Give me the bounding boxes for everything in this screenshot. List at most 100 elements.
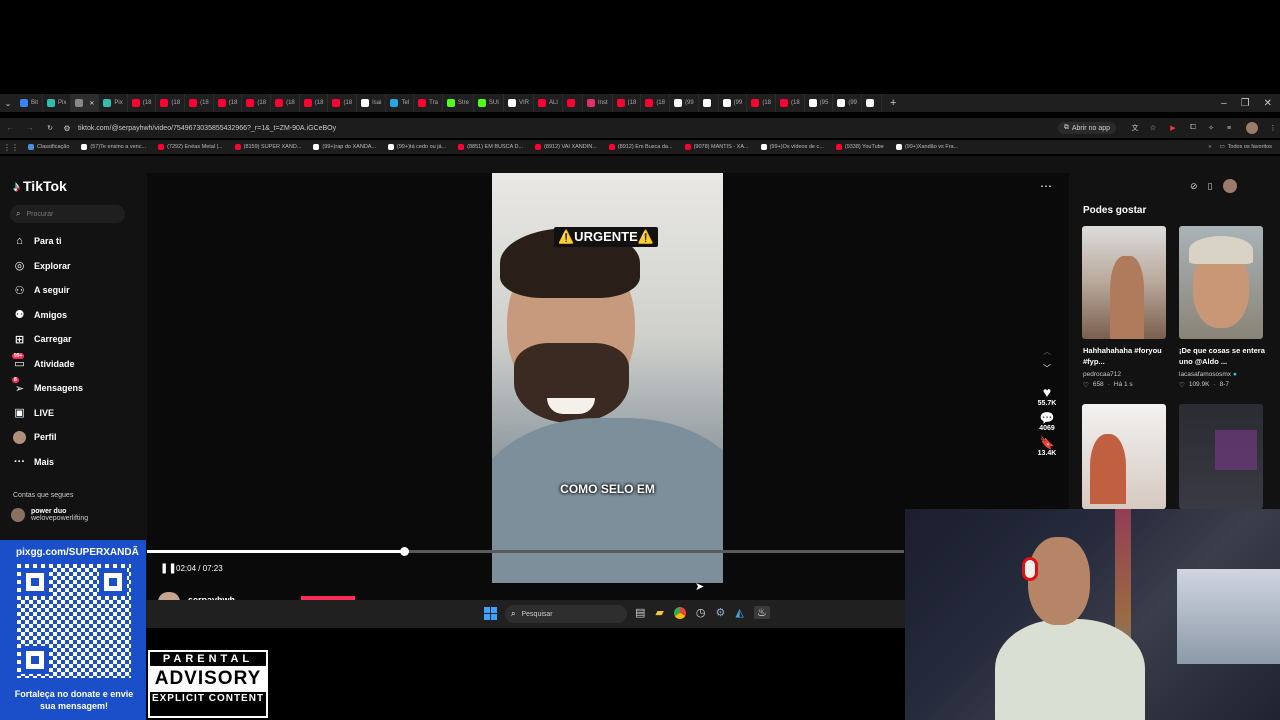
more-options-icon[interactable]: ⋯ [1040, 179, 1052, 193]
minimize-icon[interactable]: – [1221, 98, 1227, 109]
browser-tab[interactable]: Bit [16, 94, 44, 112]
browser-tab[interactable]: ✕ [71, 94, 100, 112]
browser-tab[interactable]: (18 [747, 94, 776, 112]
app-icon-clock[interactable]: ◷ [696, 606, 706, 619]
app-icon-paint[interactable]: ◭ [735, 606, 743, 619]
bookmark-item[interactable]: (99+)tá cedo ou já... [382, 144, 452, 150]
browser-tab[interactable]: (18 [328, 94, 358, 112]
translate-icon[interactable]: 文 [1126, 123, 1144, 133]
maximize-icon[interactable]: ❐ [1241, 98, 1250, 109]
browser-tab[interactable] [563, 94, 583, 112]
video-progress-track[interactable] [147, 550, 904, 553]
creator-tools-icon[interactable]: ⊘ [1190, 181, 1198, 192]
save-button[interactable]: 🔖 13.4K [1030, 436, 1064, 457]
browser-tab[interactable]: (18 [156, 94, 186, 112]
suggested-thumb-1[interactable] [1082, 226, 1166, 339]
browser-tab[interactable] [862, 94, 883, 112]
bookmark-item[interactable]: Classificação [22, 144, 75, 150]
suggested-author-2[interactable]: lacasafamososmx ● [1179, 371, 1237, 378]
browser-tab[interactable]: (18 [271, 94, 300, 112]
sidebar-item-live[interactable]: ▣ LIVE [0, 401, 145, 426]
reload-icon[interactable]: ↻ [40, 124, 60, 132]
bookmark-item[interactable]: (7292) Enéas Metal |... [152, 144, 229, 150]
sidebar-item-for-you[interactable]: ⌂ Para ti [0, 229, 145, 254]
browser-tab[interactable]: Stre [443, 94, 474, 112]
bookmark-item[interactable]: (57)Te ensino a venc... [75, 144, 152, 150]
video-frame[interactable]: ⚠️URGENTE⚠️ COMO SELO EM [492, 173, 723, 583]
browser-tab[interactable]: (18 [641, 94, 670, 112]
profile-avatar-icon[interactable] [1246, 122, 1258, 134]
sidebar-item-activity[interactable]: ▭ 99+ Atividade [0, 352, 145, 377]
bookmark-item[interactable]: (8912) Em Busca da... [603, 144, 679, 150]
browser-menu-icon[interactable]: ⋮ [1266, 124, 1280, 132]
browser-tab[interactable]: Isai [357, 94, 387, 112]
tab-close-icon[interactable]: ✕ [89, 100, 94, 107]
browser-tab[interactable]: (18 [185, 94, 214, 112]
sidebar-search-input[interactable]: ⌕ Procurar [10, 205, 125, 223]
browser-tab[interactable]: Inst [583, 94, 613, 112]
tab-search-icon[interactable]: ⌄ [0, 99, 16, 108]
bookmark-item[interactable]: (8851) EM BUSCA D... [452, 144, 529, 150]
bookmark-item[interactable]: (99+)rap do XANDÃ... [307, 144, 382, 150]
more-bookmarks-icon[interactable]: » [1200, 144, 1219, 150]
browser-tab[interactable]: ALI [534, 94, 563, 112]
browser-tab[interactable]: (18 [613, 94, 642, 112]
browser-tab[interactable]: (95 [805, 94, 834, 112]
bookmark-item[interactable]: (8159) SUPER XAND... [229, 144, 308, 150]
all-favorites-folder[interactable]: ▭ Todos os favoritos [1219, 144, 1280, 150]
chevron-up-icon[interactable]: ︿ [1030, 346, 1064, 357]
browser-tab[interactable]: Tel [386, 94, 415, 112]
open-in-app-button[interactable]: ⧉ Abrir no app [1057, 122, 1116, 134]
sidebar-item-messages[interactable]: ➢ 8 Mensagens [0, 376, 145, 401]
bookmark-star-icon[interactable]: ☆ [1144, 124, 1162, 132]
bookmark-item[interactable]: (9078) MANTIS - XA... [679, 144, 755, 150]
sidebar-item-more[interactable]: ··· Mais [0, 450, 145, 475]
url-text[interactable]: tiktok.com/@serpayhwh/video/754967303585… [74, 125, 1058, 132]
sidebar-item-following[interactable]: ⚇ A seguir [0, 278, 145, 303]
comment-button[interactable]: 💬 4069 [1030, 411, 1064, 432]
youtube-extension-icon[interactable]: ▶ [1162, 124, 1184, 132]
extensions-puzzle-icon[interactable]: ✧ [1202, 124, 1220, 132]
pause-button[interactable]: ❚❚ [160, 563, 177, 574]
chevron-down-icon[interactable]: ﹀ [1030, 363, 1064, 374]
browser-tab[interactable]: Tra [414, 94, 443, 112]
site-info-icon[interactable]: ⚙ [60, 124, 74, 133]
sidebar-item-explore[interactable]: ◎ Explorar [0, 254, 145, 279]
settings-icon[interactable]: ⚙ [715, 606, 725, 619]
browser-tab[interactable]: (18 [214, 94, 243, 112]
browser-tab[interactable]: (18 [128, 94, 157, 112]
new-tab-button[interactable]: + [882, 97, 904, 109]
browser-tab[interactable] [699, 94, 719, 112]
browser-tab[interactable]: VIR [504, 94, 534, 112]
browser-tab[interactable]: (99 [719, 94, 748, 112]
bookmark-item[interactable]: (99+)Xandão vs Fra... [890, 144, 964, 150]
suggested-thumb-2[interactable] [1179, 226, 1263, 339]
sidebar-item-upload[interactable]: ⊞ Carregar [0, 327, 145, 352]
file-explorer-icon[interactable]: ▰ [655, 606, 663, 619]
like-button[interactable]: ♥ 55.7K [1030, 384, 1064, 407]
bookmark-item[interactable]: (9338) YouTube [830, 144, 890, 150]
taskbar-search-input[interactable]: ⌕ Pesquisar [505, 605, 627, 623]
task-view-icon[interactable]: ▤ [635, 606, 645, 619]
browser-tab[interactable]: SUI [474, 94, 504, 112]
browser-tab[interactable]: (18 [242, 94, 272, 112]
extension-icon[interactable]: ⧠ [1184, 124, 1202, 132]
following-account-item[interactable]: power duo welovepowerlifting [0, 499, 145, 522]
browser-tab[interactable]: Pix [99, 94, 128, 112]
browser-tab[interactable]: (18 [776, 94, 805, 112]
back-icon[interactable]: ← [0, 125, 20, 132]
browser-tab[interactable]: (99 [670, 94, 699, 112]
apps-grid-icon[interactable]: ⋮⋮ [0, 143, 22, 152]
suggested-thumb-3[interactable] [1082, 404, 1166, 509]
suggested-title-1[interactable]: Hahhahahaha #foryou #fyp... [1083, 345, 1167, 367]
device-icon[interactable]: ▯ [1208, 181, 1213, 192]
sidebar-item-profile[interactable]: Perfil [0, 425, 145, 450]
tiktok-logo[interactable]: ♪ TikTok [0, 156, 145, 196]
close-window-icon[interactable]: ✕ [1264, 98, 1272, 109]
reading-list-icon[interactable]: ≡ [1220, 125, 1238, 132]
forward-icon[interactable]: → [20, 125, 40, 132]
chrome-icon[interactable] [673, 606, 686, 619]
start-button[interactable] [484, 607, 497, 620]
user-avatar[interactable] [1222, 179, 1237, 193]
sidebar-item-friends[interactable]: ⚉ Amigos [0, 303, 145, 328]
